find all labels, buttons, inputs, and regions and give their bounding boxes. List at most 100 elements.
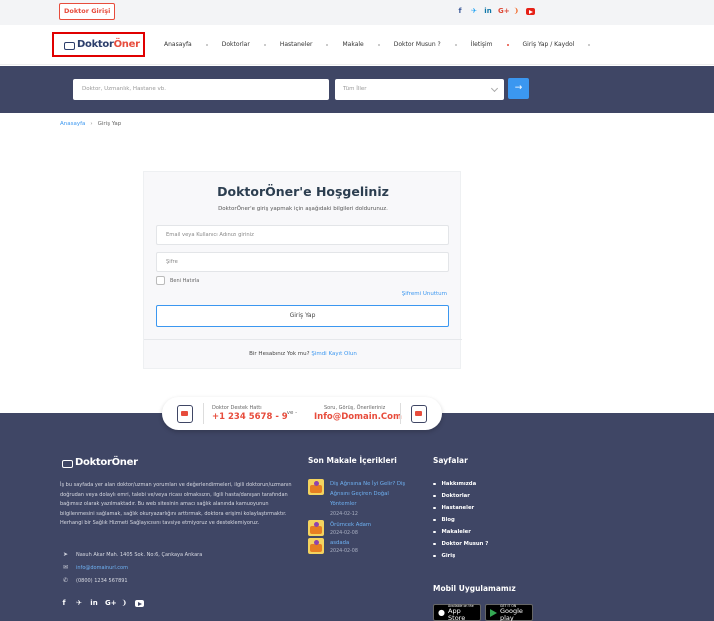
- nav-item-home[interactable]: Anasayfa: [164, 41, 192, 48]
- breadcrumb: Anasayfa › Giriş Yap: [60, 121, 121, 127]
- pill-divider: [203, 403, 204, 424]
- page-link-about[interactable]: Hakkımızda: [433, 478, 488, 490]
- bullet-icon: [433, 494, 436, 498]
- remember-me[interactable]: Beni Hatırla: [156, 276, 199, 285]
- twitter-icon[interactable]: ✈: [470, 7, 478, 16]
- page-link-hospitals[interactable]: Hastaneler: [433, 502, 488, 514]
- login-title: DoktorÖner'e Hoşgeliniz: [217, 184, 389, 199]
- article-date: 2024-02-12: [330, 512, 358, 517]
- app-store-big: App Store: [448, 606, 466, 621]
- feedback-label: Soru, Görüş, Önerileriniz: [324, 405, 386, 411]
- support-pill: Doktor Destek Hattı +1 234 5678 - 9 - ve…: [162, 397, 442, 430]
- forgot-password-link[interactable]: Şifremi Unuttum: [402, 291, 447, 297]
- pill-or: - ve -: [283, 410, 298, 416]
- page-link-articles[interactable]: Makaleler: [433, 526, 488, 538]
- pages-list: Hakkımızda Doktorlar Hastaneler Blog Mak…: [433, 478, 488, 562]
- phone-text: (0800) 1234 567891: [76, 578, 128, 584]
- nav-item-articles[interactable]: Makale: [342, 41, 363, 48]
- google-play-button[interactable]: GET IT ON Google play: [485, 604, 533, 621]
- google-plus-icon[interactable]: G+: [498, 7, 510, 16]
- footer-logo[interactable]: DoktorÖner: [60, 457, 138, 468]
- location-icon: ➤: [63, 551, 69, 558]
- page-link-blog[interactable]: Blog: [433, 514, 488, 526]
- logo-word-doktor: Doktor: [77, 39, 114, 50]
- linkedin-icon[interactable]: in: [484, 7, 492, 16]
- city-select[interactable]: Tüm İller: [335, 79, 504, 100]
- article-date: 2024-02-08: [330, 531, 358, 536]
- logo-highlight: DoktorÖner: [52, 32, 145, 57]
- nav-item-contact[interactable]: İletişim: [471, 41, 493, 48]
- google-play-icon: [490, 608, 497, 617]
- nav-menu: Anasayfa Doktorlar Hastaneler Makale Dok…: [164, 41, 604, 48]
- hotline-number[interactable]: +1 234 5678 - 9: [212, 412, 288, 422]
- page-link-label: Blog: [441, 517, 455, 523]
- page-link-label: Hastaneler: [441, 505, 475, 511]
- bullet-icon: [433, 554, 436, 558]
- login-button[interactable]: Giriş Yap: [156, 305, 449, 327]
- search-button[interactable]: →: [508, 78, 529, 99]
- support-phone-icon: [177, 405, 193, 423]
- apple-icon: ●: [438, 608, 445, 617]
- search-input[interactable]: Doktor, Uzmanlık, Hastane vb.: [73, 79, 329, 100]
- article-thumbnail: [308, 520, 324, 536]
- page-link-label: Makaleler: [441, 529, 471, 535]
- mobile-app-heading: Mobil Uygulamamız: [433, 584, 516, 593]
- breadcrumb-home[interactable]: Anasayfa: [60, 121, 85, 127]
- logo-mark-icon: [60, 458, 73, 468]
- footer-logo-text: DoktorÖner: [75, 457, 138, 468]
- bullet-icon: [433, 506, 436, 510]
- footer-email: ✉ info@domainurl.com: [63, 565, 128, 572]
- article-title-line[interactable]: Yöntemler: [330, 499, 430, 509]
- linkedin-icon[interactable]: in: [90, 599, 98, 608]
- remember-label: Beni Hatırla: [170, 277, 200, 284]
- page-link-are-you-doctor[interactable]: Doktor Musun ?: [433, 538, 488, 550]
- top-bar: Doktor Girişi f ✈ in G+ ❩: [0, 0, 714, 25]
- breadcrumb-separator: ›: [90, 121, 93, 127]
- app-store-button[interactable]: ● Available on the App Store: [433, 604, 481, 621]
- page-link-label: Giriş: [441, 553, 456, 559]
- nav-separator: [588, 43, 591, 46]
- twitter-icon[interactable]: ✈: [75, 599, 83, 608]
- page-link-doctors[interactable]: Doktorlar: [433, 490, 488, 502]
- facebook-icon[interactable]: f: [60, 599, 68, 608]
- phone-icon: ✆: [63, 577, 69, 584]
- footer-phone: ✆ (0800) 1234 567891: [63, 577, 128, 585]
- address-text: Nasuh Akar Mah. 1405 Sok. No:6, Çankaya …: [76, 552, 203, 558]
- page-link-label: Doktorlar: [441, 493, 470, 499]
- nav-item-hospitals[interactable]: Hastaneler: [280, 41, 313, 48]
- page-link-login[interactable]: Giriş: [433, 550, 488, 562]
- article-title-line[interactable]: Diş Ağrısına Ne İyi Gelir? Diş: [330, 479, 430, 489]
- email-link[interactable]: info@domainurl.com: [76, 565, 128, 571]
- google-play-big: Google play: [500, 606, 523, 621]
- youtube-icon[interactable]: [526, 8, 535, 15]
- facebook-icon[interactable]: f: [456, 7, 464, 16]
- register-link[interactable]: Şimdi Kayıt Olun: [311, 351, 357, 357]
- rss-icon[interactable]: ❩: [512, 7, 520, 16]
- hotline-label: Doktor Destek Hattı: [212, 405, 262, 411]
- page-link-label: Hakkımızda: [441, 481, 477, 487]
- youtube-icon[interactable]: [135, 600, 144, 607]
- site-logo[interactable]: DoktorÖner: [62, 39, 140, 50]
- city-select-value: Tüm İller: [343, 86, 367, 92]
- pages-heading: Sayfalar: [433, 456, 468, 465]
- article-thumbnail: [308, 479, 324, 495]
- article-title[interactable]: Örümcek Adam: [330, 520, 430, 530]
- article-title-line[interactable]: Ağrısını Geçiren Doğal: [330, 489, 430, 499]
- google-plus-icon[interactable]: G+: [105, 599, 117, 608]
- footer-social-links: f ✈ in G+ ❩: [60, 599, 144, 608]
- nav-item-login-register[interactable]: Giriş Yap / Kaydol: [523, 41, 575, 48]
- nav-separator: [205, 43, 208, 46]
- nav-separator: [377, 43, 380, 46]
- arrow-right-icon: →: [514, 83, 523, 93]
- email-field[interactable]: Email veya Kullanıcı Adınızı giriniz: [156, 225, 449, 245]
- rss-icon[interactable]: ❩: [120, 599, 128, 608]
- article-title[interactable]: asdada: [330, 538, 430, 548]
- login-subtitle: DoktorÖner'e giriş yapmak için aşağıdaki…: [218, 206, 388, 212]
- doctor-login-button[interactable]: Doktor Girişi: [59, 3, 116, 20]
- feedback-email[interactable]: Info@Domain.Com: [314, 412, 402, 422]
- remember-checkbox[interactable]: [156, 276, 165, 285]
- password-field[interactable]: Şifre: [156, 252, 449, 272]
- nav-item-doctors[interactable]: Doktorlar: [222, 41, 250, 48]
- logo-word-oner: Öner: [113, 39, 140, 50]
- nav-item-are-you-doctor[interactable]: Doktor Musun ?: [394, 41, 441, 48]
